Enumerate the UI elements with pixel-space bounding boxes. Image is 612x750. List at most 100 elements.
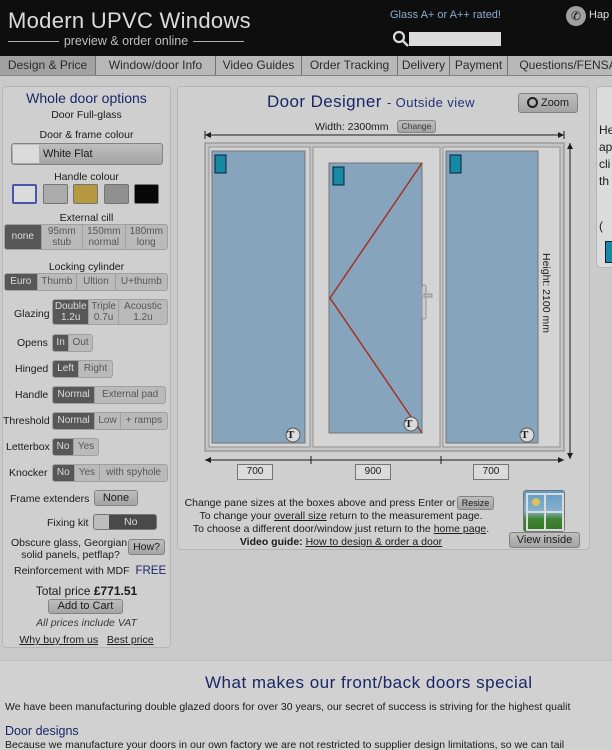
threshold-label: Threshold — [3, 415, 50, 427]
instruction-text-1: Change pane sizes at the boxes above and… — [184, 497, 456, 509]
knocker-spyhole[interactable]: with spyhole — [100, 465, 167, 481]
toughened-label-door: T — [405, 418, 413, 430]
cylinder-uthumb[interactable]: U+thumb — [116, 274, 167, 290]
cylinder-ultion[interactable]: Ultion — [77, 274, 116, 290]
tab-design-price[interactable]: Design & Price — [0, 56, 96, 75]
letterbox-yes[interactable]: Yes — [74, 439, 98, 455]
overall-size-link[interactable]: overall size — [274, 510, 327, 522]
tab-payment[interactable]: Payment — [450, 56, 508, 75]
obscure-line-2: solid panels, petflap? — [21, 549, 120, 561]
handle-swatch-gold[interactable] — [73, 184, 98, 204]
tab-order-tracking[interactable]: Order Tracking — [302, 56, 398, 75]
total-price-value: £771.51 — [93, 584, 138, 598]
cill-95-label: 95mm — [47, 225, 76, 237]
door-designs-heading: Door designs — [5, 724, 79, 738]
opens-options: In Out — [52, 334, 93, 352]
door-drawing — [204, 131, 573, 464]
tab-delivery[interactable]: Delivery — [398, 56, 450, 75]
add-to-cart-button[interactable]: Add to Cart — [48, 599, 123, 614]
glazing-options: Double 1.2u Triple 0.7u Acoustic 1.2u — [52, 299, 168, 325]
help-line-2: ap — [599, 140, 612, 154]
fixing-kit-toggle[interactable]: No — [93, 514, 157, 530]
handle-label: Handle — [15, 389, 49, 401]
handle-swatch-chrome[interactable] — [104, 184, 129, 204]
tab-window-door-info[interactable]: Window/door Info — [96, 56, 216, 75]
glazing-acoustic[interactable]: Acoustic 1.2u — [119, 300, 167, 324]
vent-marker-door[interactable] — [332, 166, 345, 186]
left-pane-glass[interactable] — [211, 150, 306, 444]
glazing-double[interactable]: Double 1.2u — [53, 300, 90, 324]
resize-button[interactable]: Resize — [457, 496, 494, 510]
pane-size-input-door[interactable]: 900 — [355, 464, 391, 480]
best-price-link[interactable]: Best price — [107, 634, 154, 646]
glazing-triple[interactable]: Triple 0.7u — [89, 300, 119, 324]
letterbox-no[interactable]: No — [53, 439, 75, 455]
fixing-kit-value: No — [124, 516, 138, 528]
threshold-ramps[interactable]: + ramps — [121, 413, 167, 429]
view-inside-button[interactable]: View inside — [509, 532, 580, 548]
letterbox-label: Letterbox — [6, 441, 50, 453]
reinforcement-text: Reinforcement with MDF — [14, 565, 130, 577]
vent-marker-left[interactable] — [214, 154, 227, 174]
site-logo-title[interactable]: Modern UPVC Windows — [8, 8, 251, 34]
video-guide-line: Video guide: How to design & order a doo… — [178, 536, 504, 548]
threshold-normal[interactable]: Normal — [53, 413, 96, 429]
phone-icon[interactable]: ✆ — [566, 6, 586, 26]
pane-size-input-right[interactable]: 700 — [473, 464, 509, 480]
cill-option-95mm[interactable]: 95mm stub — [42, 225, 84, 249]
search-input[interactable] — [409, 32, 501, 46]
hinged-label: Hinged — [15, 363, 49, 375]
home-page-link[interactable]: home page — [434, 523, 487, 535]
glazing-triple-label: Triple — [91, 300, 116, 312]
help-side-panel: He ap cli th ( — [596, 86, 612, 268]
knocker-yes[interactable]: Yes — [75, 465, 101, 481]
cill-option-180mm[interactable]: 180mm long — [126, 225, 167, 249]
cylinder-thumb[interactable]: Thumb — [38, 274, 78, 290]
video-guide-label: Video guide: — [239, 536, 303, 548]
window-pane-icon — [526, 493, 564, 531]
cill-option-150mm[interactable]: 150mm normal — [83, 225, 126, 249]
site-logo-subtitle: preview & order online — [8, 34, 244, 48]
inside-view-thumbnail-icon[interactable] — [523, 490, 565, 532]
handle-normal[interactable]: Normal — [53, 387, 96, 403]
knocker-label: Knocker — [9, 467, 48, 479]
door-glass[interactable] — [328, 162, 423, 434]
cill-option-none[interactable]: none — [5, 225, 42, 249]
cill-none-label: none — [11, 231, 34, 243]
how-button[interactable]: How? — [128, 539, 165, 555]
hinged-left[interactable]: Left — [53, 361, 80, 377]
handle-swatch-white[interactable] — [12, 184, 37, 204]
tab-video-guides[interactable]: Video Guides — [216, 56, 302, 75]
frame-extenders-select[interactable]: None — [94, 490, 138, 506]
handle-external-pad[interactable]: External pad — [95, 387, 165, 403]
toughened-label-right: T — [521, 429, 529, 441]
vent-marker-right[interactable] — [449, 154, 462, 174]
handle-swatch-black[interactable] — [134, 184, 159, 204]
search-icon[interactable] — [392, 30, 410, 48]
glazing-triple-u: 0.7u — [93, 312, 114, 323]
obscure-line-1: Obscure glass, Georgian, — [11, 537, 131, 549]
pane-size-input-left[interactable]: 700 — [237, 464, 273, 480]
fixing-kit-label: Fixing kit — [47, 517, 89, 529]
frame-colour-select[interactable]: White Flat — [11, 143, 163, 165]
glazing-double-u: 1.2u — [60, 312, 81, 323]
tab-questions-fensa[interactable]: Questions/FENSA — [508, 56, 612, 75]
frame-colour-label: Door & frame colour — [39, 129, 134, 141]
handle-swatch-silver[interactable] — [43, 184, 68, 204]
instruction-text-3: To choose a different door/window just r… — [192, 523, 431, 535]
help-vent-marker — [605, 241, 612, 263]
knocker-options: No Yes with spyhole — [52, 464, 168, 482]
knocker-no[interactable]: No — [53, 465, 75, 481]
video-guide-link[interactable]: How to design & order a door — [306, 536, 443, 548]
opens-in[interactable]: In — [53, 335, 70, 351]
phone-text: Hap — [589, 9, 610, 21]
cill-95-sub: stub — [52, 237, 72, 248]
hinged-right[interactable]: Right — [79, 361, 112, 377]
threshold-low[interactable]: Low — [95, 413, 121, 429]
help-line-4: th — [599, 174, 610, 188]
right-pane-glass[interactable] — [445, 150, 539, 444]
why-buy-link[interactable]: Why buy from us — [19, 634, 98, 646]
opens-out[interactable]: Out — [69, 335, 92, 351]
vat-note: All prices include VAT — [36, 617, 137, 629]
cylinder-euro[interactable]: Euro — [5, 274, 38, 290]
